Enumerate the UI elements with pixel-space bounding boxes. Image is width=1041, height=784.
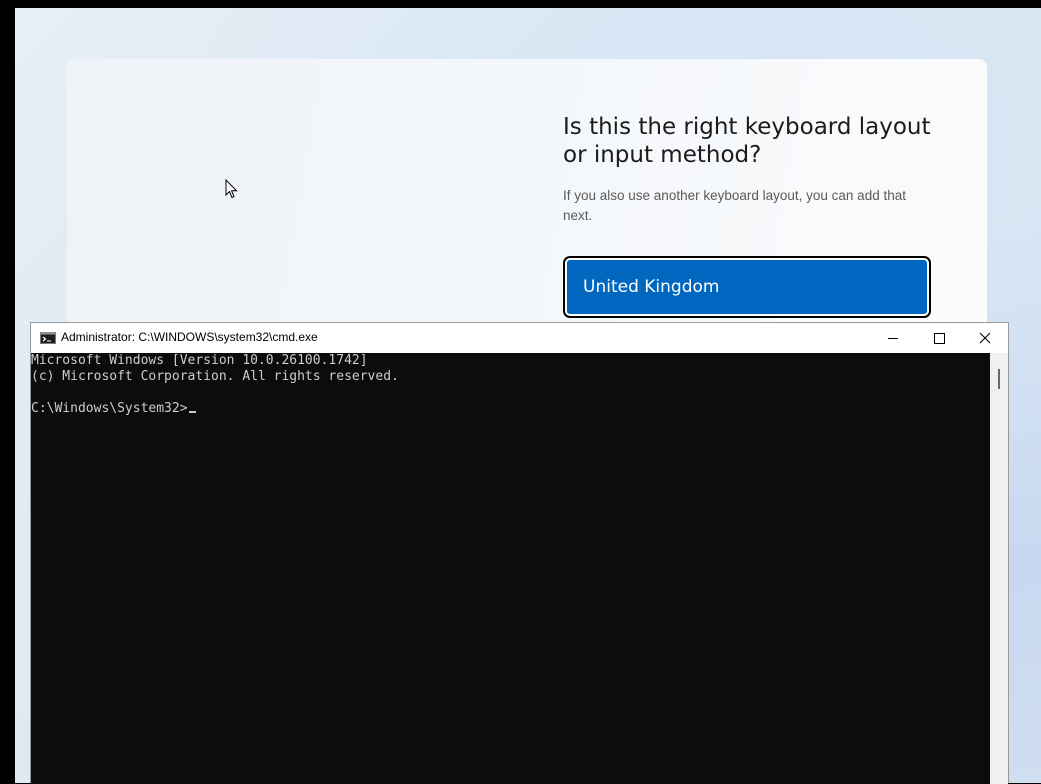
console-output[interactable]: Microsoft Windows [Version 10.0.26100.17… <box>31 353 991 784</box>
console-line: (c) Microsoft Corporation. All rights re… <box>31 369 399 384</box>
keyboard-layout-label: United Kingdom <box>583 277 720 297</box>
maximize-icon <box>933 332 945 344</box>
console-line: Microsoft Windows [Version 10.0.26100.17… <box>31 353 368 368</box>
maximize-button[interactable] <box>916 323 962 353</box>
minimize-button[interactable] <box>870 323 916 353</box>
cmd-icon <box>40 332 56 344</box>
window-title: Administrator: C:\WINDOWS\system32\cmd.e… <box>61 330 318 344</box>
cmd-window[interactable]: Administrator: C:\WINDOWS\system32\cmd.e… <box>30 322 1009 784</box>
keyboard-layout-option-selected[interactable]: United Kingdom <box>563 256 931 318</box>
page-subtitle: If you also use another keyboard layout,… <box>563 188 906 223</box>
console-prompt: C:\Windows\System32> <box>31 401 188 416</box>
close-icon <box>979 332 991 344</box>
close-button[interactable] <box>962 323 1008 353</box>
page-title: Is this the right keyboard layout or inp… <box>563 114 931 168</box>
mouse-pointer-icon <box>225 179 238 199</box>
text-caret <box>188 411 196 413</box>
scrollbar-thumb[interactable] <box>998 369 1000 389</box>
title-bar[interactable]: Administrator: C:\WINDOWS\system32\cmd.e… <box>31 323 1008 353</box>
console-prompt-line[interactable]: C:\Windows\System32> <box>31 401 991 417</box>
minimize-icon <box>887 337 898 339</box>
vertical-scrollbar[interactable] <box>990 353 1008 784</box>
